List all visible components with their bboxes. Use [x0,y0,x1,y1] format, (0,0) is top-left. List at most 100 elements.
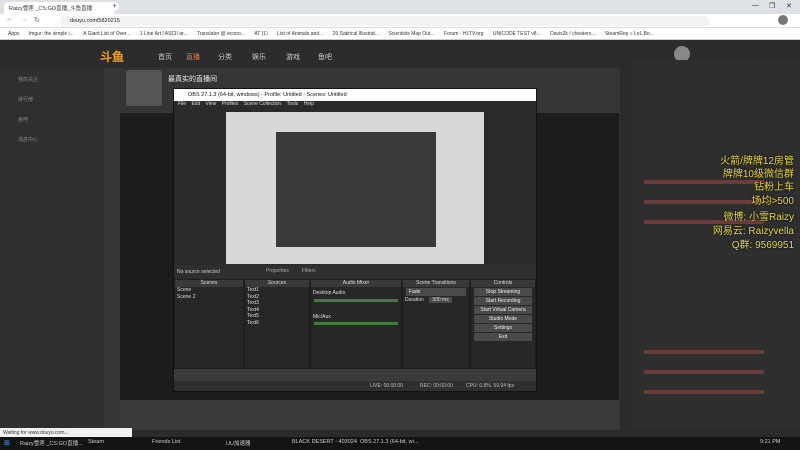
overlay-text: 场均>500 [751,196,794,207]
mixer-channel: Mic/Aux [313,313,331,320]
menu-scene-collection[interactable]: Scene Collection [244,101,282,107]
menu-file[interactable]: File [178,101,186,107]
transitions-header: Scene Transitions [403,280,469,287]
nav-item[interactable]: 首页 [158,52,172,62]
windows-start-icon[interactable]: ⊞ [4,439,10,447]
overlay-text: 微博: 小雪Raizy [723,212,794,223]
controls-header: Controls [471,280,535,287]
bookmark[interactable]: List of Animals and... [277,31,323,37]
nav-item[interactable]: 游戏 [286,52,300,62]
obs-menu-bar: File Edit View Profiles Scene Collection… [174,101,536,110]
scene-item[interactable]: Scene 2 [175,294,243,301]
taskbar-item[interactable]: Raizy雪莲 _CS:GO直播... [20,439,83,447]
url-text: douyu.com/5820215 [70,18,120,24]
bookmark[interactable]: Translator @ econo... [197,31,245,37]
mixer-channel: Desktop Audio [313,290,346,296]
profile-avatar[interactable] [778,15,788,25]
close-icon[interactable]: ✕ [786,2,792,10]
source-item[interactable]: Text6 [245,320,309,327]
maximize-icon[interactable]: ❐ [769,2,775,10]
controls-dock: Controls Stop Streaming Start Recording … [470,279,536,369]
overlay-text: 网易云: Raizyvella [712,226,794,237]
reload-icon[interactable]: ↻ [34,16,40,24]
obs-title-bar: OBS 27.1.3 (64-bit, windows) - Profile: … [174,89,536,101]
sources-header: Sources [245,280,309,287]
obs-preview[interactable] [174,110,536,265]
bookmark[interactable]: AT (1) [254,31,267,37]
address-bar[interactable]: douyu.com/5820215 [60,16,710,26]
browser-tab-active[interactable]: Raizy雪莲 _CS:GO直播_斗鱼直播 [4,2,114,14]
transitions-dock: Scene Transitions Fade Duration 300 ms [402,279,470,369]
sources-dock: Sources Text1 Text2 Text3 Text4 Text5 Te… [244,279,310,369]
preview-capture [226,112,484,264]
sidebar-item[interactable]: 我的关注 [18,76,38,83]
loading-status: Waiting for www.douyu.com... [0,428,132,437]
start-recording-button[interactable]: Start Recording [474,297,532,305]
taskbar-item[interactable]: OBS 27.1.3 (64-bit, wi... [360,439,418,445]
obs-window: OBS 27.1.3 (64-bit, windows) - Profile: … [173,88,537,392]
menu-view[interactable]: View [205,101,216,107]
start-virtual-camera-button[interactable]: Start Virtual Camera [474,306,532,314]
sidebar-item[interactable]: 排行榜 [18,96,33,103]
bookmark[interactable]: A Giant List of Over... [83,31,130,37]
mixer-header: Audio Mixer [311,280,401,287]
overlay-text: Q群: 9569951 [731,240,794,251]
browser-tab-bar: Raizy雪莲 _CS:GO直播_斗鱼直播 + — ❐ ✕ [0,0,800,14]
scenes-dock: Scenes Scene Scene 2 [174,279,244,369]
bookmark[interactable]: 20 Satirical Illustrat... [333,31,379,37]
sidebar-item[interactable]: 鱼吧 [18,116,28,123]
volume-meter [314,298,398,302]
settings-button[interactable]: Settings [474,324,532,332]
menu-profiles[interactable]: Profiles [222,101,239,107]
nav-item[interactable]: 娱乐 [252,52,266,62]
bookmark[interactable]: Scientists Map Out... [388,31,434,37]
audio-mixer-dock: Audio Mixer Desktop Audio Mic/Aux [310,279,402,369]
taskbar-item[interactable]: Steam [88,439,104,445]
transition-select[interactable]: Fade [406,288,466,296]
obs-status-bar: LIVE: 00:00:00 REC: 00:00:00 CPU: 0.8%, … [174,381,536,391]
overlay-text: 钻粉上车 [754,182,794,193]
site-logo[interactable]: 斗鱼 [100,48,124,65]
menu-edit[interactable]: Edit [191,101,200,107]
minimize-icon[interactable]: — [752,2,759,9]
menu-help[interactable]: Help [304,101,314,107]
taskbar-item[interactable]: BLACK DESERT - 403024 [292,439,357,445]
taskbar: ⊞ Raizy雪莲 _CS:GO直播... Steam Friends List… [0,437,800,450]
nav-item[interactable]: 鱼吧 [318,52,332,62]
taskbar-clock: 9:21 PM [760,439,781,445]
obs-title: OBS 27.1.3 (64-bit, windows) - Profile: … [188,92,347,98]
nav-item[interactable]: 分类 [218,52,232,62]
stop-streaming-button[interactable]: Stop Streaming [474,288,532,296]
left-sidebar: 我的关注 排行榜 鱼吧 消息中心 [0,68,104,430]
duration-input[interactable]: 300 ms [429,297,452,303]
sidebar-item[interactable]: 消息中心 [18,136,38,143]
bookmark[interactable]: Apps [8,31,19,37]
bookmark[interactable]: 1 Line Art | ASCII ar... [140,31,188,37]
forward-icon[interactable]: → [20,16,27,23]
live-timer: LIVE: 00:00:00 [370,383,404,389]
bookmark[interactable]: Imgur: the simple i... [29,31,74,37]
source-toolbar: No source selected Properties Filters [174,265,536,279]
tab-title: Raizy雪莲 _CS:GO直播_斗鱼直播 [9,6,93,12]
bookmark[interactable]: Davis2k / cheaters... [550,31,595,37]
new-tab-icon[interactable]: + [110,2,119,11]
menu-tools[interactable]: Tools [287,101,299,107]
bookmark[interactable]: SteamRep » LoL Bo... [605,31,654,37]
gift-bar [120,400,619,430]
loading-status-text: Waiting for www.douyu.com... [3,430,69,436]
bookmark[interactable]: Forum - HLTV.org [444,31,483,37]
nav-item[interactable]: 直播 [186,52,200,62]
properties-button[interactable]: Properties [266,268,289,274]
room-title: 最真实的直播间 [168,76,217,83]
cpu-fps: CPU: 0.8%, 59.94 fps [466,383,515,389]
taskbar-item[interactable]: UU加速器 [226,439,250,447]
exit-button[interactable]: Exit [474,333,532,341]
bookmark[interactable]: UNICODE TEST v8... [493,31,541,37]
filters-button[interactable]: Filters [302,268,316,274]
back-icon[interactable]: ← [6,16,13,23]
streamer-avatar[interactable] [126,70,162,106]
taskbar-item[interactable]: Friends List [152,439,180,445]
browser-toolbar: ← → ↻ douyu.com/5820215 [0,14,800,28]
scenes-header: Scenes [175,280,243,287]
studio-mode-button[interactable]: Studio Mode [474,315,532,323]
